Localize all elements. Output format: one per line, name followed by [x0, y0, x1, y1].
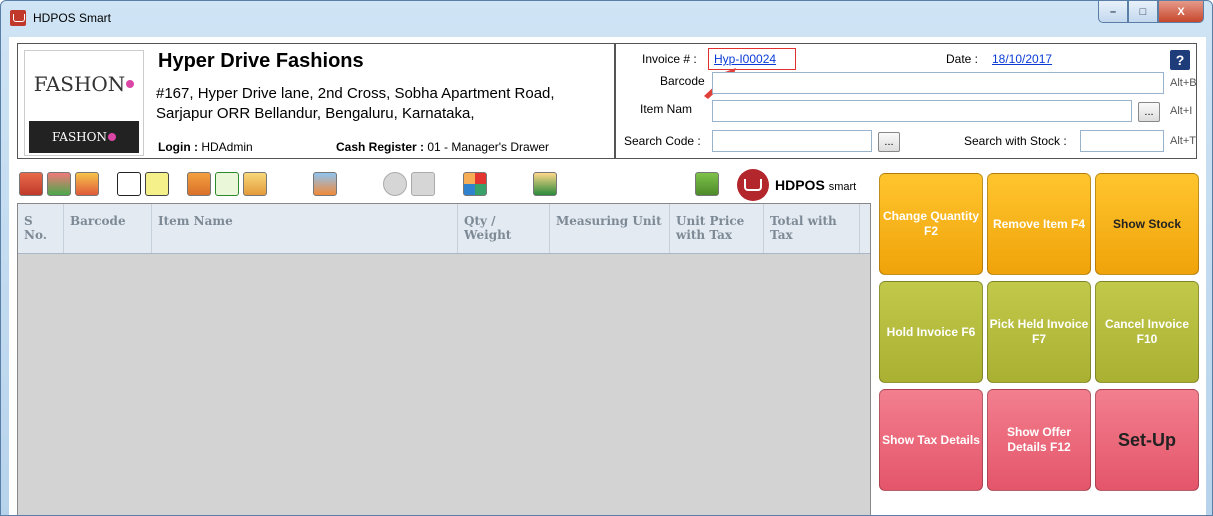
cancel-invoice-button[interactable]: Cancel Invoice F10 — [1095, 281, 1199, 383]
invoice-number-link[interactable]: Hyp-I00024 — [714, 52, 776, 66]
shopping-cart-icon[interactable] — [215, 172, 239, 196]
logo-mark-small: FASHON — [29, 121, 139, 153]
minimize-button[interactable]: – — [1098, 1, 1128, 23]
item-name-label: Item Nam — [640, 102, 693, 116]
app-window: HDPOS Smart – □ X FASHON FASHON Hyper Dr… — [0, 0, 1213, 516]
brand: HDPOS smart — [737, 169, 856, 201]
title-bar[interactable]: HDPOS Smart – □ X — [1, 1, 1212, 37]
action-buttons: Change Quantity F2 Remove Item F4 Show S… — [877, 173, 1205, 515]
search-code-input[interactable] — [712, 130, 872, 152]
store-logo: FASHON FASHON — [24, 50, 144, 156]
column-qty-weight[interactable]: Qty / Weight — [458, 204, 550, 253]
cancel-icon[interactable] — [411, 172, 435, 196]
column-measuring-unit[interactable]: Measuring Unit — [550, 204, 670, 253]
apps-icon[interactable] — [463, 172, 487, 196]
offers-icon[interactable] — [313, 172, 337, 196]
hold-invoice-button[interactable]: Hold Invoice F6 — [879, 281, 983, 383]
date-link[interactable]: 18/10/2017 — [992, 52, 1052, 66]
invoice-number-label: Invoice # : — [642, 52, 697, 66]
change-quantity-button[interactable]: Change Quantity F2 — [879, 173, 983, 275]
items-grid[interactable]: S No. Barcode Item Name Qty / Weight Mea… — [17, 203, 871, 515]
settings-icon[interactable] — [695, 172, 719, 196]
search-stock-label: Search with Stock : — [964, 134, 1067, 148]
store-address: #167, Hyper Drive lane, 2nd Cross, Sobha… — [156, 85, 555, 122]
client-area: FASHON FASHON Hyper Drive Fashions #167,… — [9, 37, 1206, 515]
search-stock-input[interactable] — [1080, 130, 1164, 152]
column-total[interactable]: Total with Tax — [764, 204, 860, 253]
search-code-label: Search Code : — [624, 134, 701, 148]
maximize-button[interactable]: □ — [1128, 1, 1158, 23]
barcode-input[interactable] — [712, 72, 1164, 94]
invoice-panel: Invoice # : Hyp-I00024 Date : 18/10/2017… — [615, 43, 1197, 159]
item-name-input[interactable] — [712, 100, 1132, 122]
column-item-name[interactable]: Item Name — [152, 204, 458, 253]
search-code-browse-button[interactable]: ... — [878, 132, 900, 152]
close-button[interactable]: X — [1158, 1, 1204, 23]
user-icon[interactable] — [533, 172, 557, 196]
window-controls: – □ X — [1098, 1, 1204, 23]
store-info-panel: FASHON FASHON Hyper Drive Fashions #167,… — [17, 43, 615, 159]
brand-name: HDPOS smart — [775, 177, 857, 193]
remove-item-button[interactable]: Remove Item F4 — [987, 173, 1091, 275]
brand-cart-icon — [737, 169, 769, 201]
report-icon[interactable] — [75, 172, 99, 196]
setup-button[interactable]: Set-Up — [1095, 389, 1199, 491]
refresh-icon[interactable] — [117, 172, 141, 196]
column-barcode[interactable]: Barcode — [64, 204, 152, 253]
date-label: Date : — [946, 52, 979, 66]
discount-icon[interactable] — [383, 172, 407, 196]
column-s-no[interactable]: S No. — [18, 204, 64, 253]
show-stock-button[interactable]: Show Stock — [1095, 173, 1199, 275]
item-name-browse-button[interactable]: ... — [1138, 102, 1160, 122]
toolbar: HDPOS smart — [17, 169, 877, 201]
search-stock-hotkey: Alt+T — [1170, 135, 1196, 147]
logo-mark: FASHON — [25, 51, 143, 117]
help-icon[interactable]: ? — [1170, 50, 1190, 70]
customer-invoice-icon[interactable] — [47, 172, 71, 196]
new-invoice-icon[interactable] — [19, 172, 43, 196]
column-unit-price[interactable]: Unit Price with Tax — [670, 204, 764, 253]
grid-header: S No. Barcode Item Name Qty / Weight Mea… — [18, 204, 870, 254]
gift-icon[interactable] — [243, 172, 267, 196]
store-name: Hyper Drive Fashions — [158, 50, 364, 72]
barcode-hotkey: Alt+B — [1170, 77, 1197, 89]
show-tax-details-button[interactable]: Show Tax Details — [879, 389, 983, 491]
cash-register-info: Cash Register : 01 - Manager's Drawer — [336, 140, 550, 154]
calculator-icon[interactable] — [145, 172, 169, 196]
show-offer-details-button[interactable]: Show Offer Details F12 — [987, 389, 1091, 491]
pick-held-invoice-button[interactable]: Pick Held Invoice F7 — [987, 281, 1091, 383]
login-info: Login : HDAdmin — [158, 140, 253, 154]
edit-icon[interactable] — [187, 172, 211, 196]
barcode-label: Barcode — [660, 74, 705, 88]
cart-icon — [10, 10, 26, 26]
window-title: HDPOS Smart — [33, 11, 112, 25]
item-name-hotkey: Alt+I — [1170, 105, 1193, 117]
